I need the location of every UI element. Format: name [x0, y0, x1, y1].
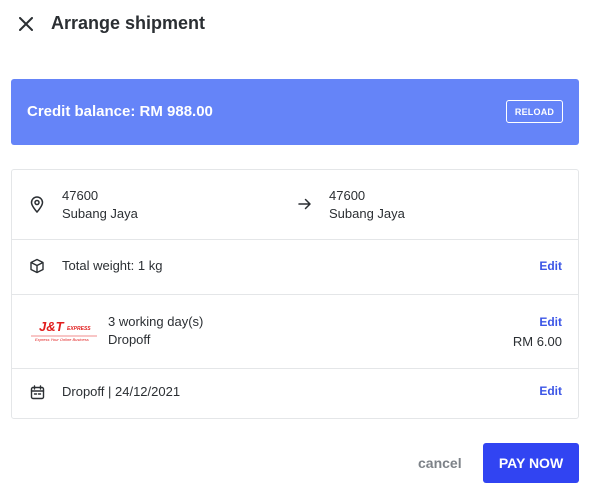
- dropoff-row: Dropoff | 24/12/2021 Edit: [12, 368, 578, 418]
- total-weight-text: Total weight: 1 kg: [62, 258, 163, 273]
- dialog-header: Arrange shipment: [0, 0, 593, 50]
- delivery-method: Dropoff: [108, 332, 151, 347]
- credit-balance-banner: Credit balance: RM 988.00 RELOAD: [11, 79, 579, 145]
- arrange-shipment-dialog: Arrange shipment Credit balance: RM 988.…: [0, 0, 593, 490]
- arrow-right-icon: [296, 195, 314, 213]
- close-button[interactable]: [12, 12, 40, 40]
- shipping-price: RM 6.00: [512, 334, 562, 349]
- svg-text:EXPRESS: EXPRESS: [67, 326, 91, 332]
- cancel-button[interactable]: cancel: [418, 455, 462, 471]
- reload-button[interactable]: RELOAD: [506, 100, 563, 123]
- courier-logo: J&T EXPRESS Express Your Online Business: [29, 319, 99, 343]
- calendar-icon: [28, 383, 46, 401]
- courier-row: J&T EXPRESS Express Your Online Business…: [12, 294, 578, 369]
- pay-now-button[interactable]: PAY NOW: [483, 443, 579, 483]
- origin-postcode: 47600: [62, 188, 99, 203]
- dropoff-date-text: Dropoff | 24/12/2021: [62, 384, 181, 399]
- close-icon: [19, 16, 33, 36]
- weight-row: Total weight: 1 kg Edit: [12, 239, 578, 295]
- origin-city: Subang Jaya: [62, 206, 138, 221]
- svg-text:Express Your Online Business: Express Your Online Business: [35, 337, 89, 342]
- destination-postcode: 47600: [329, 188, 366, 203]
- edit-courier-link[interactable]: Edit: [539, 315, 562, 329]
- route-row: 47600 Subang Jaya 47600 Subang Jaya: [12, 170, 578, 240]
- svg-text:J&T: J&T: [39, 319, 65, 334]
- destination-city: Subang Jaya: [329, 206, 405, 221]
- delivery-duration: 3 working day(s): [108, 314, 204, 329]
- package-box-icon: [28, 257, 46, 275]
- edit-weight-link[interactable]: Edit: [539, 259, 562, 273]
- jnt-express-logo: J&T EXPRESS Express Your Online Business: [31, 319, 97, 342]
- edit-dropoff-link[interactable]: Edit: [539, 384, 562, 398]
- dialog-title: Arrange shipment: [51, 13, 206, 33]
- shipment-details-card: 47600 Subang Jaya 47600 Subang Jaya Tota…: [11, 169, 579, 419]
- location-pin-icon: [28, 195, 46, 213]
- credit-balance-text: Credit balance: RM 988.00: [27, 103, 213, 120]
